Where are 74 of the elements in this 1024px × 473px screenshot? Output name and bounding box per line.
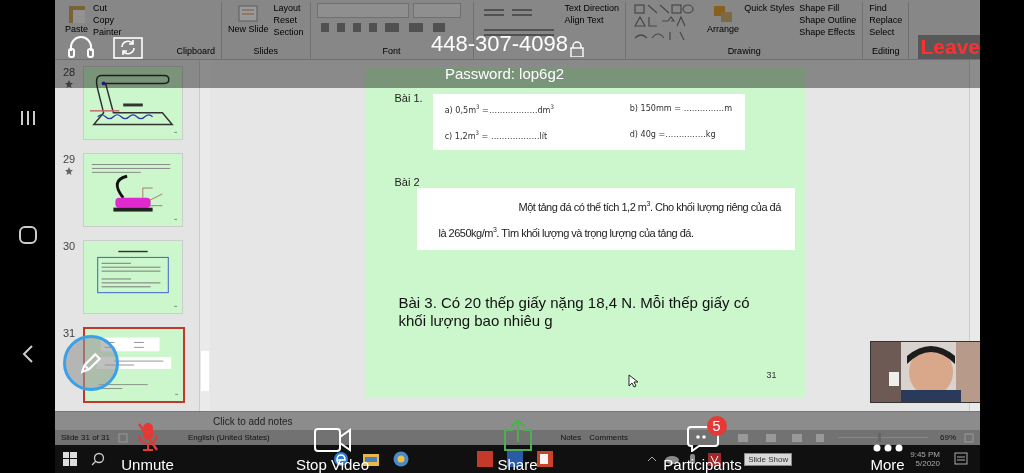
group-label: Font	[382, 46, 401, 56]
control-button[interactable]: Unmute	[121, 418, 174, 473]
home-icon[interactable]	[17, 225, 38, 246]
group-label: Drawing	[727, 46, 761, 56]
zoom-level: 69%	[940, 433, 956, 442]
ribbon-item[interactable]: Reset	[273, 15, 304, 25]
ribbon-item[interactable]: Copy	[93, 15, 122, 25]
ribbon-button[interactable]: Paste	[65, 2, 88, 34]
search-icon[interactable]	[91, 452, 105, 466]
scrollbar-thumb[interactable]	[201, 351, 209, 391]
exercise-text: Bài 3. Có 20 thếp giấy nặng 18,4 N. Mỗi thếp giấy có khối lượng bao nhiêu g	[398, 294, 751, 330]
pencil-icon	[78, 350, 104, 376]
ribbon-button[interactable]: Arrange	[707, 2, 740, 34]
ribbon-item[interactable]: Shape Effects	[799, 27, 857, 37]
camera-switch-icon[interactable]	[113, 35, 143, 59]
group-label: Editing	[871, 46, 900, 56]
group-label: Slides	[253, 46, 279, 56]
recents-icon[interactable]	[18, 109, 37, 128]
windows-icon[interactable]	[63, 452, 77, 466]
exercise-item: a) 0,5m$^{3}$ =………………dm$^{3}$	[444, 103, 555, 115]
exercise-item: c) 1,2m$^{3}$ = ………………lít	[444, 129, 549, 141]
clock-date: 5/2020	[915, 459, 940, 468]
headset-icon[interactable]	[67, 35, 95, 59]
ribbon-item[interactable]: Find	[869, 3, 903, 13]
control-button[interactable]: 5 Participants	[663, 418, 742, 473]
font-size-field[interactable]	[412, 3, 461, 18]
comments-button[interactable]: Comments	[589, 433, 628, 442]
ribbon-item[interactable]: Text Direction	[564, 3, 620, 13]
app-icon[interactable]	[393, 451, 409, 467]
exercise-text: Một tảng đá có thể tích 1,2 m$^{3}$. Cho khối lượng riêng của đá là 2650kg/m$^{3}$. Tìm khối lượng và trọng lượng của tảng đá.	[438, 199, 783, 241]
ribbon-item[interactable]: Align Text	[564, 15, 620, 25]
back-icon[interactable]	[20, 343, 35, 364]
page-number: 31	[766, 370, 777, 380]
language-label[interactable]: English (United States)	[187, 433, 270, 442]
meeting-id: 448-307-4098	[431, 31, 568, 57]
lock-icon	[570, 41, 584, 57]
slide-number: 31	[62, 327, 76, 339]
ribbon-item[interactable]: Select	[869, 27, 903, 37]
notification-icon[interactable]	[954, 452, 968, 466]
share-icon	[502, 418, 533, 452]
cursor-icon	[627, 374, 638, 388]
ribbon-item[interactable]: Shape Outline	[799, 15, 857, 25]
slide-count: Slide 31 of 31	[61, 433, 110, 442]
exercise-label: Bài 2	[394, 176, 421, 188]
ribbon-item[interactable]: Quick Styles	[744, 3, 795, 13]
ribbon-item[interactable]: Shape Fill	[799, 3, 857, 13]
more-icon	[872, 444, 903, 452]
arrange-icon	[712, 4, 735, 24]
ribbon-item[interactable]: Layout	[273, 3, 304, 13]
exercise-item: d) 40g =……………kg	[629, 129, 717, 141]
ribbon-item[interactable]: Cut	[93, 3, 122, 13]
tooltip: Slide Show	[744, 452, 793, 466]
control-button[interactable]: Share	[497, 418, 538, 473]
slide-number: 28	[62, 66, 76, 78]
group-label: Clipboard	[176, 46, 215, 56]
exercise-label: Bài 1.	[394, 92, 423, 104]
control-button[interactable]: More	[870, 418, 905, 473]
exercise-item: b) 150mm = ……………m	[629, 103, 734, 115]
video-camera-icon	[313, 428, 352, 452]
scrollbar[interactable]	[199, 60, 210, 411]
notes-button[interactable]: Notes	[560, 433, 582, 442]
powerpoint-icon[interactable]	[537, 451, 553, 467]
slide-icon	[237, 4, 260, 24]
ribbon-button[interactable]: New Slide	[228, 2, 269, 34]
ribbon-item[interactable]: Replace	[869, 15, 903, 25]
ribbon-item[interactable]: Painter	[93, 27, 122, 37]
meeting-password: Password: lop6g2	[444, 65, 565, 82]
ribbon-item[interactable]: Section	[273, 27, 304, 37]
slide-number: 29	[62, 153, 76, 165]
font-name-field[interactable]	[316, 3, 409, 18]
slide-number: 30	[62, 240, 76, 252]
annotate-button[interactable]	[63, 335, 119, 391]
clock-time: 9:45 PM	[910, 450, 940, 459]
slide-thumbnail[interactable]	[83, 327, 185, 403]
